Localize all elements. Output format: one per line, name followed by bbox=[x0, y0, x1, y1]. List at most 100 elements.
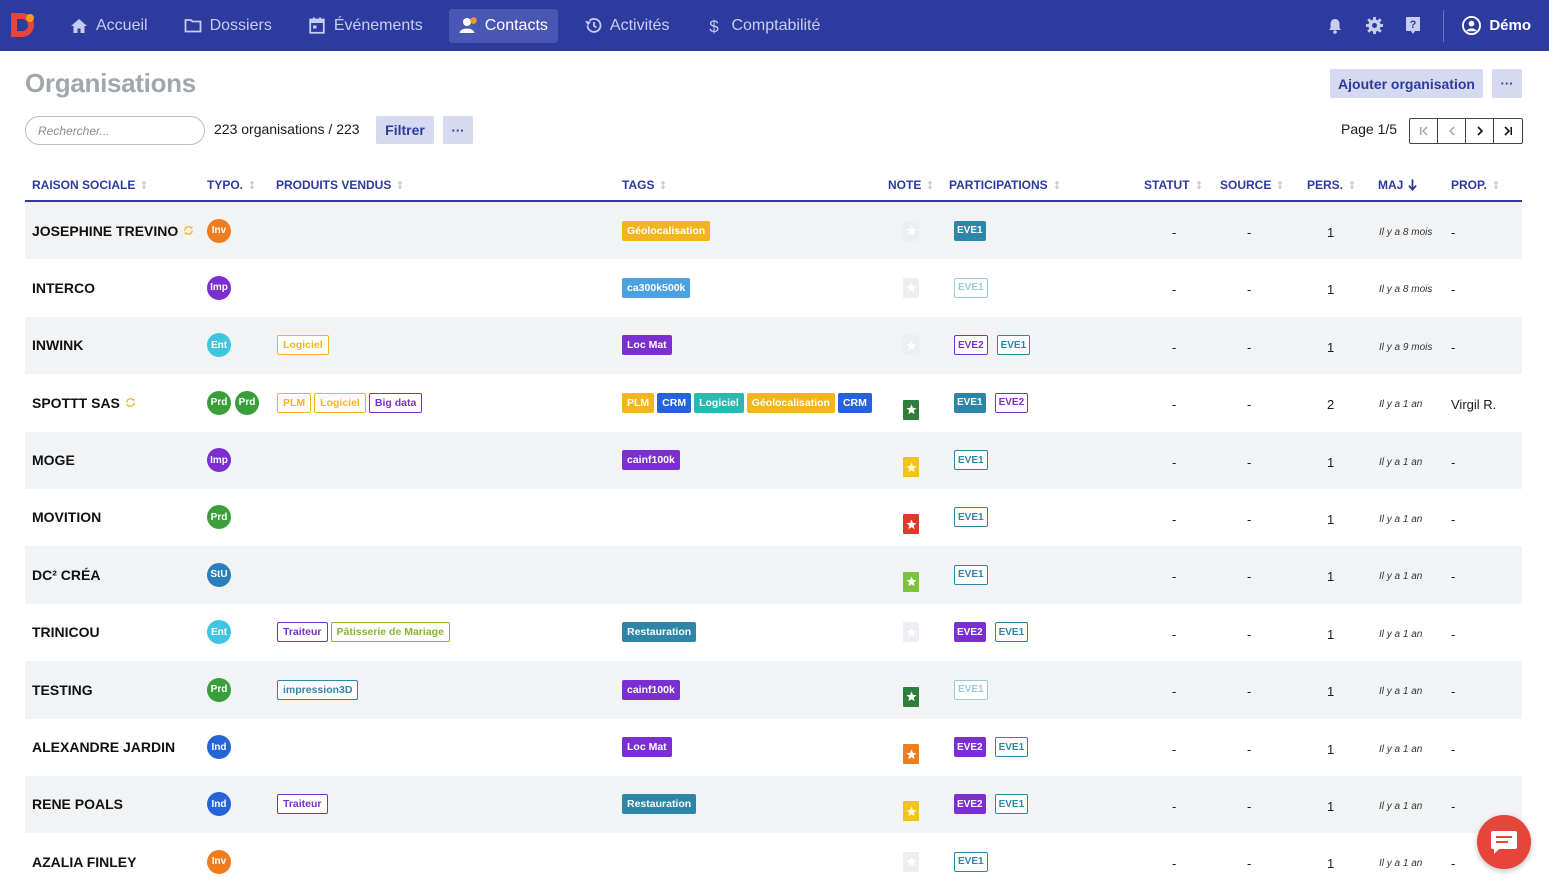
column-header-pers[interactable]: PERS. bbox=[1307, 178, 1356, 192]
column-header-name[interactable]: RAISON SOCIALE bbox=[32, 178, 148, 192]
source-value: - bbox=[1247, 282, 1252, 298]
nav-item-label: Comptabilité bbox=[731, 16, 821, 34]
participation-badge[interactable]: EVE1 bbox=[954, 507, 988, 528]
organisation-name[interactable]: MOGE bbox=[32, 452, 75, 468]
rating-star-icon[interactable] bbox=[903, 571, 919, 592]
prev-page-button[interactable] bbox=[1438, 119, 1466, 143]
column-header-produits[interactable]: PRODUITS VENDUS bbox=[276, 178, 404, 192]
rating-star-icon[interactable] bbox=[903, 220, 919, 241]
rating-star-icon[interactable] bbox=[903, 801, 919, 822]
filter-button[interactable]: Filtrer bbox=[376, 116, 434, 144]
organisation-name[interactable]: ALEXANDRE JARDIN bbox=[32, 739, 175, 755]
participation-badge[interactable]: EVE2 bbox=[954, 335, 988, 356]
participation-badge[interactable]: EVE1 bbox=[954, 851, 988, 872]
organisation-name[interactable]: INWINK bbox=[32, 337, 83, 353]
rating-star-icon[interactable] bbox=[903, 622, 919, 643]
status-value: - bbox=[1172, 741, 1177, 757]
table-row[interactable]: AZALIA FINLEY Inv EVE1 - - 1 Il y a 1 an - bbox=[25, 833, 1522, 890]
participation-badge[interactable]: EVE1 bbox=[954, 564, 988, 585]
rating-star-icon[interactable] bbox=[903, 851, 919, 872]
nav-item-calendar[interactable]: Événements bbox=[298, 9, 433, 43]
gear-icon[interactable] bbox=[1364, 16, 1384, 36]
add-organisation-button[interactable]: Ajouter organisation bbox=[1330, 69, 1483, 98]
organisation-name[interactable]: MOVITION bbox=[32, 509, 101, 525]
participation-badge[interactable]: EVE1 bbox=[994, 794, 1029, 815]
table-row[interactable]: ALEXANDRE JARDIN Ind Loc Mat EVE2 EVE1 - - 1 Il … bbox=[25, 719, 1522, 776]
table-row[interactable]: MOVITION Prd EVE1 - - 1 Il y a 1 an - bbox=[25, 489, 1522, 546]
column-header-source[interactable]: SOURCE bbox=[1220, 178, 1284, 192]
participation-badge[interactable]: EVE2 bbox=[994, 392, 1029, 413]
table-row[interactable]: INWINK Ent Logiciel Loc Mat EVE2 EVE1 - - 1 Il y … bbox=[25, 316, 1522, 375]
organisation-name[interactable]: SPOTTT SAS bbox=[32, 395, 120, 411]
rating-star-icon[interactable] bbox=[903, 277, 919, 298]
rating-star-icon[interactable] bbox=[903, 457, 919, 478]
participation-badge[interactable]: EVE2 bbox=[954, 737, 986, 758]
column-header-prop[interactable]: PROP. bbox=[1451, 178, 1500, 192]
next-page-button[interactable] bbox=[1466, 119, 1494, 143]
nav-right: ? Démo bbox=[1306, 0, 1531, 51]
column-header-label: MAJ bbox=[1378, 178, 1404, 192]
search-input[interactable] bbox=[25, 116, 205, 145]
organisation-name[interactable]: TESTING bbox=[32, 682, 93, 698]
rating-star-icon[interactable] bbox=[903, 744, 919, 765]
help-icon[interactable]: ? bbox=[1403, 16, 1423, 36]
main-nav: Accueil Dossiers Événements Contacts Activit… bbox=[60, 0, 846, 51]
participation-badge[interactable]: EVE1 bbox=[954, 277, 988, 298]
tag-badge: Logiciel bbox=[694, 392, 744, 413]
rating-star-icon[interactable] bbox=[903, 514, 919, 535]
participation-badge[interactable]: EVE1 bbox=[994, 737, 1029, 758]
table-row[interactable]: SPOTTT SAS Prd Prd PLM Logiciel Big data PLM CR… bbox=[25, 374, 1522, 431]
table-row[interactable]: RENE POALS Ind Traiteur Restauration EVE2 EVE… bbox=[25, 775, 1522, 834]
table-row[interactable]: JOSEPHINE TREVINO Inv Géolocalisation EVE1 -… bbox=[25, 202, 1522, 260]
column-header-statut[interactable]: STATUT bbox=[1144, 178, 1203, 192]
participation-badge[interactable]: EVE1 bbox=[996, 335, 1031, 356]
participation-badge[interactable]: EVE1 bbox=[954, 392, 986, 413]
column-header-note[interactable]: NOTE bbox=[888, 178, 934, 192]
rating-star-icon[interactable] bbox=[903, 335, 919, 356]
tag-badge: Loc Mat bbox=[622, 737, 672, 758]
column-header-maj[interactable]: MAJ bbox=[1378, 178, 1418, 192]
participation-badge[interactable]: EVE2 bbox=[954, 622, 986, 643]
tag-badge: Géolocalisation bbox=[622, 220, 711, 241]
participation-badge[interactable]: EVE2 bbox=[954, 794, 986, 815]
nav-item-dollar[interactable]: $ Comptabilité bbox=[695, 9, 830, 43]
table-row[interactable]: TRINICOU Ent Traiteur Pâtisserie de Mariage… bbox=[25, 604, 1522, 661]
participation-badge[interactable]: EVE1 bbox=[954, 450, 988, 471]
rating-star-icon[interactable] bbox=[903, 399, 919, 420]
sort-icon bbox=[1493, 180, 1499, 190]
organisation-name[interactable]: RENE POALS bbox=[32, 796, 123, 812]
nav-item-folder[interactable]: Dossiers bbox=[174, 9, 282, 43]
nav-item-user[interactable]: Contacts bbox=[448, 8, 558, 43]
organisation-name[interactable]: TRINICOU bbox=[32, 624, 100, 640]
tag-badge: PLM bbox=[622, 392, 655, 413]
column-header-typo[interactable]: TYPO. bbox=[207, 178, 256, 192]
organisation-name[interactable]: INTERCO bbox=[32, 280, 95, 296]
table-row[interactable]: INTERCO Imp ca300k500k EVE1 - - 1 Il y a 8 mois… bbox=[25, 259, 1522, 316]
rating-star-icon[interactable] bbox=[903, 686, 919, 707]
app-logo-icon[interactable] bbox=[8, 10, 38, 40]
organisation-name[interactable]: DC² CRÉA bbox=[32, 567, 100, 583]
column-header-participations[interactable]: PARTICIPATIONS bbox=[949, 178, 1061, 192]
user-menu[interactable]: Démo bbox=[1462, 16, 1531, 35]
table-row[interactable]: TESTING Prd impression3D cainf100k EVE1 - - 1 Il… bbox=[25, 661, 1522, 719]
first-page-button[interactable] bbox=[1410, 119, 1438, 143]
table-row[interactable]: DC² CRÉA StU EVE1 - - 1 Il y a 1 an - bbox=[25, 546, 1522, 604]
last-page-button[interactable] bbox=[1494, 119, 1522, 143]
participation-badge[interactable]: EVE1 bbox=[954, 220, 986, 241]
organisation-name[interactable]: JOSEPHINE TREVINO bbox=[32, 223, 178, 239]
organisation-name[interactable]: AZALIA FINLEY bbox=[32, 854, 136, 870]
updated-at: Il y a 1 an bbox=[1379, 399, 1423, 411]
filter-more-button[interactable]: ··· bbox=[443, 116, 473, 144]
calendar-icon bbox=[308, 17, 326, 35]
column-header-tags[interactable]: TAGS bbox=[622, 178, 667, 192]
bell-icon[interactable] bbox=[1325, 16, 1345, 36]
participation-badge[interactable]: EVE1 bbox=[954, 679, 988, 700]
table-row[interactable]: MOGE Imp cainf100k EVE1 - - 1 Il y a 1 an - bbox=[25, 431, 1522, 489]
owner-value: - bbox=[1451, 741, 1456, 757]
chat-button[interactable] bbox=[1477, 815, 1531, 869]
nav-item-home[interactable]: Accueil bbox=[60, 9, 158, 43]
participation-badge[interactable]: EVE1 bbox=[994, 622, 1029, 643]
nav-item-history[interactable]: Activités bbox=[574, 9, 680, 43]
more-actions-button[interactable]: ··· bbox=[1492, 69, 1522, 98]
source-value: - bbox=[1247, 339, 1252, 355]
